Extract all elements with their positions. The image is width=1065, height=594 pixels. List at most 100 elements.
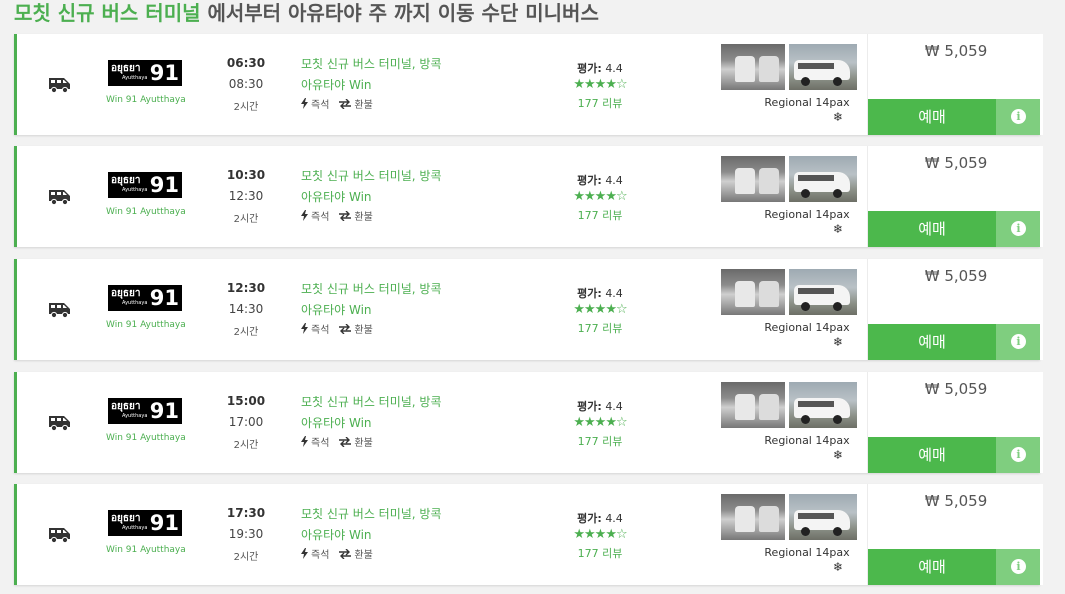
rating-stars: ★★★★☆	[573, 189, 627, 204]
trip-features: 즉석 환불	[301, 434, 373, 449]
info-button[interactable]: i	[996, 99, 1040, 135]
vehicle-interior-photo[interactable]	[721, 156, 785, 202]
vehicle-interior-photo[interactable]	[721, 269, 785, 315]
departure-station-link[interactable]: 모칫 신규 버스 터미널, 방콕	[301, 280, 442, 297]
feature-instant: 즉석	[301, 96, 329, 111]
vehicle-exterior-photo[interactable]	[789, 382, 857, 428]
page-title: 모칫 신규 버스 터미널 에서부터 아유타야 주 까지 이동 수단 미니버스	[14, 1, 599, 25]
swap-arrows-icon	[339, 436, 352, 447]
logo-number: 91	[149, 173, 179, 197]
operator-logo: อยุธยา Ayutthaya 91	[108, 60, 182, 86]
logo-sub-text: Ayutthaya	[122, 413, 148, 419]
departure-time: 12:30	[226, 281, 266, 295]
operator-logo: อยุธยา Ayutthaya 91	[108, 285, 182, 311]
origin-link[interactable]: 모칫 신규 버스 터미널	[14, 1, 201, 25]
operator-name: Win 91 Ayutthaya	[106, 95, 186, 105]
trip-features: 즉석 환불	[301, 546, 373, 561]
vehicle-interior-photo[interactable]	[721, 44, 785, 90]
arrival-station-link[interactable]: 아유타야 Win	[301, 526, 372, 543]
vehicle-exterior-photo[interactable]	[789, 156, 857, 202]
arrival-time: 14:30	[228, 302, 264, 316]
ticket-price: ₩ 5,059	[924, 492, 988, 510]
arrival-station-link[interactable]: 아유타야 Win	[301, 301, 372, 318]
operator-name: Win 91 Ayutthaya	[106, 433, 186, 443]
reviews-link[interactable]: 177 리뷰	[567, 207, 633, 223]
rating: 평가: 4.4	[567, 60, 633, 76]
feature-instant: 즉석	[301, 434, 329, 449]
rating-label: 평가:	[577, 512, 602, 525]
departure-station-link[interactable]: 모칫 신규 버스 터미널, 방콕	[301, 55, 442, 72]
feature-instant: 즉석	[301, 208, 329, 223]
info-icon: i	[1011, 334, 1026, 349]
rating-stars: ★★★★☆	[573, 302, 627, 317]
vehicle-exterior-photo[interactable]	[789, 494, 857, 540]
rating-label: 평가:	[577, 287, 602, 300]
logo-thai-text: อยุธยา	[111, 63, 141, 74]
info-button[interactable]: i	[996, 549, 1040, 585]
book-button[interactable]: 예매	[868, 437, 996, 473]
info-icon: i	[1011, 559, 1026, 574]
departure-station-link[interactable]: 모칫 신규 버스 터미널, 방콕	[301, 505, 442, 522]
vehicle-interior-photo[interactable]	[721, 494, 785, 540]
arrival-station-link[interactable]: 아유타야 Win	[301, 414, 372, 431]
book-button[interactable]: 예매	[868, 99, 996, 135]
info-button[interactable]: i	[996, 324, 1040, 360]
departure-station-link[interactable]: 모칫 신규 버스 터미널, 방콕	[301, 393, 442, 410]
snowflake-icon: ❄	[833, 560, 844, 574]
book-button[interactable]: 예매	[868, 211, 996, 247]
snowflake-icon: ❄	[833, 110, 844, 124]
snowflake-icon: ❄	[833, 222, 844, 236]
trip-features: 즉석 환불	[301, 321, 373, 336]
swap-arrows-icon	[339, 323, 352, 334]
trip-duration: 2시간	[233, 214, 259, 225]
departure-station-link[interactable]: 모칫 신규 버스 터미널, 방콕	[301, 167, 442, 184]
arrival-station-link[interactable]: 아유타야 Win	[301, 76, 372, 93]
arrival-time: 08:30	[228, 77, 264, 91]
rating-value: 4.4	[605, 400, 623, 413]
rating-stars: ★★★★☆	[573, 415, 627, 430]
arrival-time: 12:30	[228, 189, 264, 203]
operator-logo: อยุธยา Ayutthaya 91	[108, 398, 182, 424]
price-panel: ₩ 5,059 예매 i	[867, 372, 1043, 473]
info-button[interactable]: i	[996, 437, 1040, 473]
info-icon: i	[1011, 221, 1026, 236]
book-button[interactable]: 예매	[868, 549, 996, 585]
book-button[interactable]: 예매	[868, 324, 996, 360]
minibus-icon	[49, 416, 70, 432]
rating-value: 4.4	[605, 287, 623, 300]
ticket-price: ₩ 5,059	[924, 380, 988, 398]
reviews-link[interactable]: 177 리뷰	[567, 320, 633, 336]
trip-card: อยุธยา Ayutthaya 91 Win 91 Ayutthaya 06:…	[14, 34, 1043, 135]
operator-logo: อยุธยา Ayutthaya 91	[108, 510, 182, 536]
logo-sub-text: Ayutthaya	[122, 187, 148, 193]
rating-label: 평가:	[577, 400, 602, 413]
lightning-icon	[301, 548, 308, 559]
vehicle-exterior-photo[interactable]	[789, 269, 857, 315]
vehicle-type: Regional 14pax	[764, 96, 850, 109]
vehicle-interior-photo[interactable]	[721, 382, 785, 428]
operator-name: Win 91 Ayutthaya	[106, 207, 186, 217]
vehicle-exterior-photo[interactable]	[789, 44, 857, 90]
info-button[interactable]: i	[996, 211, 1040, 247]
swap-arrows-icon	[339, 210, 352, 221]
feature-instant-label: 즉석	[311, 325, 330, 336]
rating: 평가: 4.4	[567, 398, 633, 414]
logo-number: 91	[149, 511, 179, 535]
trip-duration: 2시간	[233, 102, 259, 113]
reviews-link[interactable]: 177 리뷰	[567, 545, 633, 561]
price-panel: ₩ 5,059 예매 i	[867, 34, 1043, 135]
feature-refund-label: 환불	[354, 550, 373, 561]
feature-refund-label: 환불	[354, 438, 373, 449]
arrival-station-link[interactable]: 아유타야 Win	[301, 188, 372, 205]
feature-instant-label: 즉석	[311, 212, 330, 223]
reviews-link[interactable]: 177 리뷰	[567, 95, 633, 111]
logo-sub-text: Ayutthaya	[122, 75, 148, 81]
trip-features: 즉석 환불	[301, 96, 373, 111]
ticket-price: ₩ 5,059	[924, 154, 988, 172]
reviews-link[interactable]: 177 리뷰	[567, 433, 633, 449]
lightning-icon	[301, 98, 308, 109]
departure-time: 06:30	[226, 56, 266, 70]
arrival-time: 19:30	[228, 527, 264, 541]
results-page: 모칫 신규 버스 터미널 에서부터 아유타야 주 까지 이동 수단 미니버스 อ…	[0, 0, 1065, 594]
feature-instant: 즉석	[301, 546, 329, 561]
